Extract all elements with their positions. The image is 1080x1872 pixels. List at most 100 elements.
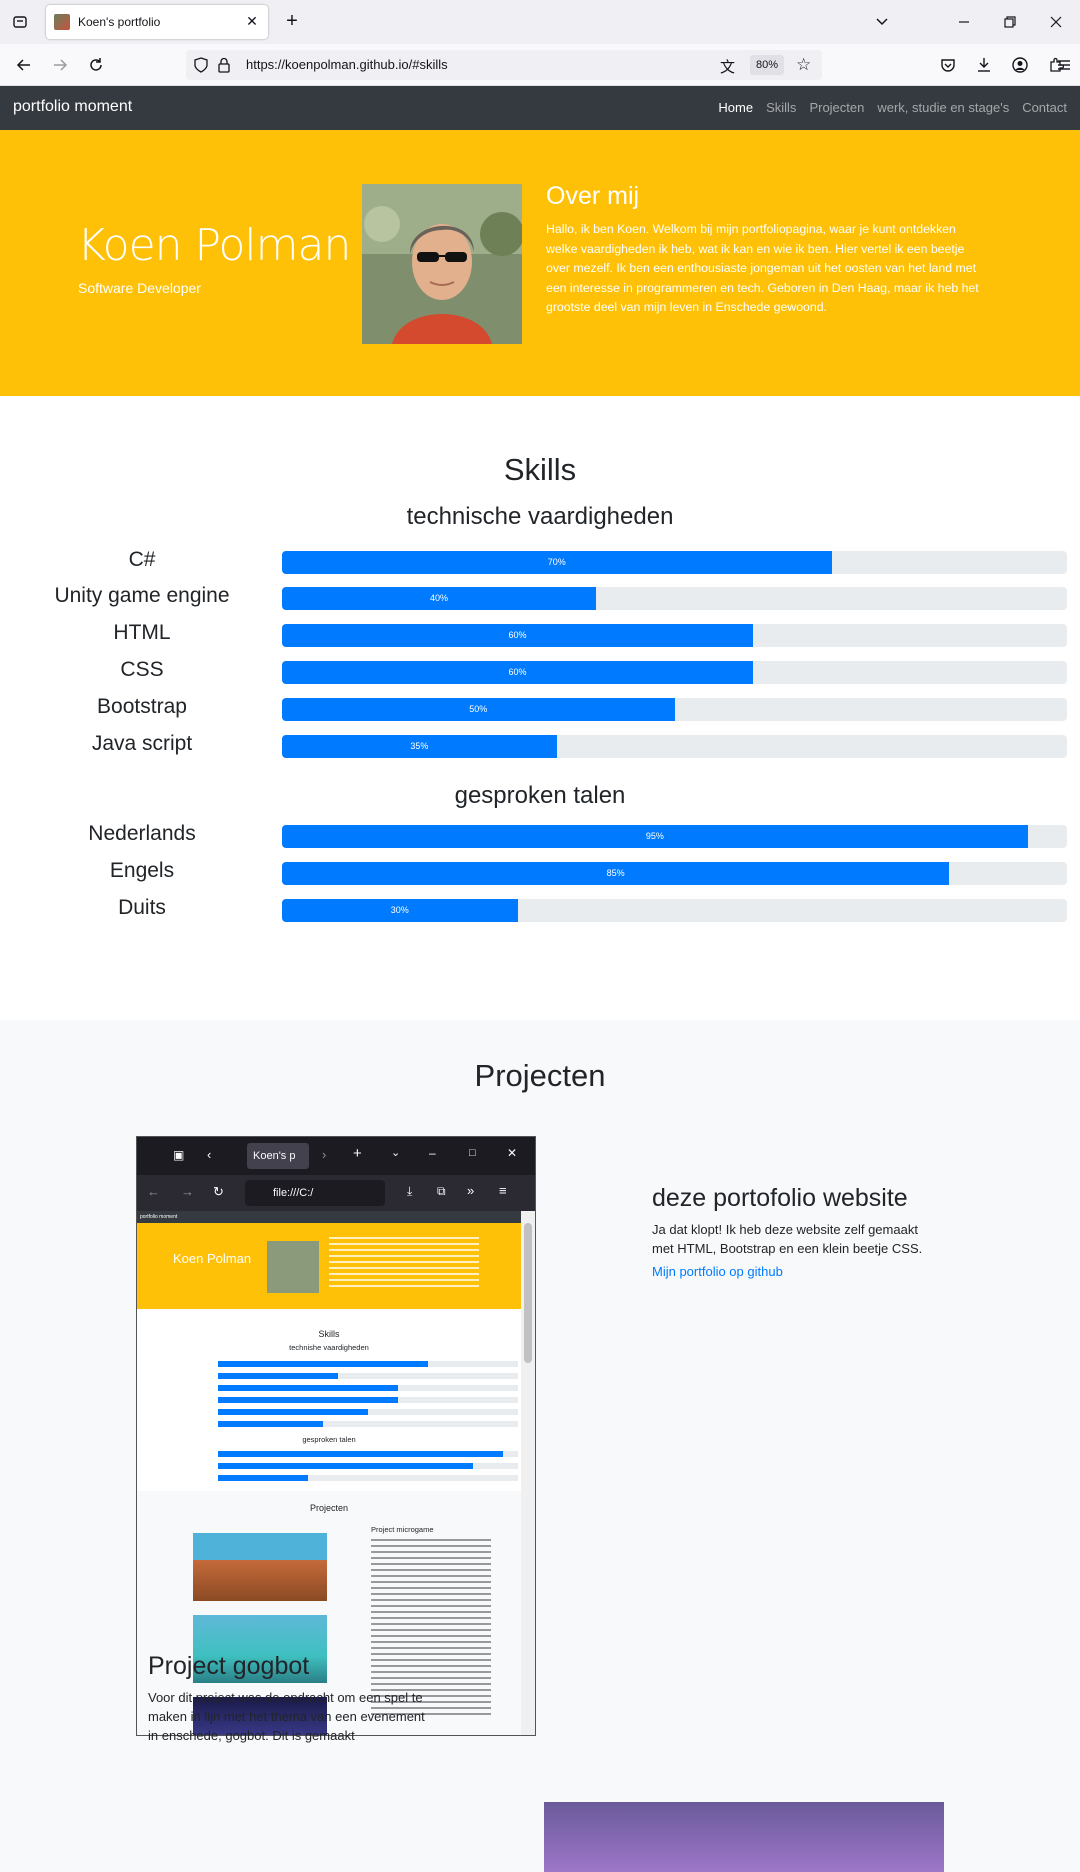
skill-bar-fill: 35% [282,735,557,758]
screenshot-scrollbar [521,1211,535,1735]
skill-bar-fill: 50% [282,698,675,721]
screenshot-bar [218,1421,518,1427]
account-icon[interactable] [1008,53,1032,77]
screenshot-languages-title: gesproken talen [302,1435,356,1444]
nav-link-home[interactable]: Home [718,100,753,115]
screenshot-hero: Koen Polman [137,1223,521,1309]
language-bar-fill: 95% [282,825,1028,848]
hero-name: Koen Polman [77,220,351,271]
language-bar-fill: 30% [282,899,518,922]
screenshot-project-title: Project microgame [371,1525,434,1534]
screenshot-tab: Koen's p [247,1143,309,1169]
skill-label-bootstrap: Bootstrap [97,695,187,718]
screenshot-reload-icon: ↻ [213,1184,224,1199]
screenshot-toolbar: ← → ↻ file:///C:/ ⤓ ⧉ » ≡ [137,1175,535,1211]
nav-link-projecten[interactable]: Projecten [809,100,864,115]
skill-bar-fill: 70% [282,551,832,574]
language-bar-engels: 85% [282,862,1067,885]
screenshot-tab-bar: ▣ ‹ Koen's p › + ⌄ – □ ✕ [137,1137,535,1175]
screenshot-bar-fill [218,1421,323,1427]
skills-section: Skills technische vaardigheden C# 70% Un… [0,396,1080,1020]
language-bar-fill: 85% [282,862,950,885]
screenshot-bar-fill [218,1397,398,1403]
screenshot-forward-tab-icon: › [322,1147,327,1162]
screenshot-download-icon: ⤓ [407,1184,413,1198]
nav-link-werk[interactable]: werk, studie en stage's [877,100,1009,115]
screenshot-bar-fill [218,1475,308,1481]
skill-label-css: CSS [120,658,164,681]
tracking-shield-icon[interactable] [194,57,208,77]
screenshot-projects-title: Projecten [309,1503,349,1513]
tab-overflow-chevron-icon[interactable] [870,10,894,34]
app-menu-icon[interactable] [1052,53,1076,77]
reload-icon[interactable] [84,53,108,77]
forward-icon[interactable] [48,53,72,77]
screenshot-profile-photo [267,1241,319,1293]
close-window-icon[interactable] [1044,10,1068,34]
skill-label-javascript: Java script [91,732,193,755]
language-label-engels: Engels [109,859,175,882]
screenshot-minimize-icon: – [429,1146,436,1160]
project-gogbot-title: Project gogbot [148,1652,310,1680]
screenshot-bar-fill [218,1409,368,1415]
skill-bar-unity: 40% [282,587,1067,610]
url-bar[interactable]: https://koenpolman.github.io/#skills 文 8… [186,50,822,80]
screenshot-scroll-thumb [524,1223,532,1363]
skill-bar-fill: 40% [282,587,596,610]
tab-close-icon[interactable]: ✕ [244,14,260,30]
screenshot-bar [218,1451,518,1457]
downloads-icon[interactable] [972,53,996,77]
skills-title: Skills [503,452,577,487]
back-icon[interactable] [12,53,36,77]
skill-bar-csharp: 70% [282,551,1067,574]
screenshot-bar-fill [218,1385,398,1391]
screenshot-menu-icon: ≡ [499,1183,507,1198]
screenshot-back-icon: ← [147,1184,160,1199]
new-tab-icon[interactable]: + [280,10,304,34]
about-title: Over mij [546,182,640,210]
hero-section: Koen Polman Software Developer Over mij … [0,130,1080,396]
tab-favicon-icon [54,14,70,30]
pocket-icon[interactable] [936,53,960,77]
language-bar-duits: 30% [282,899,1067,922]
project-portfolio-github-link[interactable]: Mijn portfolio op github [652,1264,783,1279]
screenshot-close-icon: ✕ [507,1146,518,1160]
screenshot-tab-list-icon: ▣ [173,1148,185,1162]
lock-icon[interactable] [218,57,230,77]
language-label-duits: Duits [118,896,166,919]
screenshot-forward-icon: → [181,1184,194,1199]
screenshot-overflow-icon: » [467,1183,475,1198]
screenshot-back-tab-icon: ‹ [207,1147,212,1162]
about-text: Hallo, ik ben Koen. Welkom bij mijn port… [546,222,979,314]
site-brand[interactable]: portfolio moment [13,98,132,116]
tab-list-icon[interactable] [8,10,32,34]
minimize-icon[interactable] [952,10,976,34]
nav-link-contact[interactable]: Contact [1022,100,1067,115]
screenshot-extension-icon: ⧉ [437,1184,446,1198]
screenshot-technical-title: technishe vaardigheden [289,1343,369,1352]
skill-label-csharp: C# [128,548,156,571]
bookmark-star-icon[interactable]: ☆ [796,55,811,75]
project-portfolio-text: Ja dat klopt! Ik heb deze website zelf g… [652,1222,923,1256]
translate-icon[interactable]: 文 [720,56,735,77]
tab-title: Koen's portfolio [78,15,161,29]
zoom-level-badge[interactable]: 80% [750,55,785,75]
nav-link-skills[interactable]: Skills [766,100,796,115]
screenshot-hero-name: Koen Polman [173,1251,252,1266]
screenshot-bar [218,1475,518,1481]
skill-label-unity: Unity game engine [54,584,230,607]
screenshot-bar [218,1409,518,1415]
screenshot-bar [218,1373,518,1379]
projects-title: Projecten [474,1058,606,1093]
screenshot-bar-fill [218,1451,503,1457]
url-text: https://koenpolman.github.io/#skills [246,57,448,72]
restore-icon[interactable] [998,10,1022,34]
screenshot-chevron-icon: ⌄ [391,1147,401,1159]
skill-bar-fill: 60% [282,624,753,647]
screenshot-bar-fill [218,1373,338,1379]
browser-tab-active[interactable]: Koen's portfolio ✕ [46,5,268,39]
screenshot-navbar: portfolio moment [137,1211,521,1223]
skill-bar-html: 60% [282,624,1067,647]
browser-toolbar: https://koenpolman.github.io/#skills 文 8… [0,44,1080,86]
screenshot-restore-icon: □ [469,1147,476,1159]
